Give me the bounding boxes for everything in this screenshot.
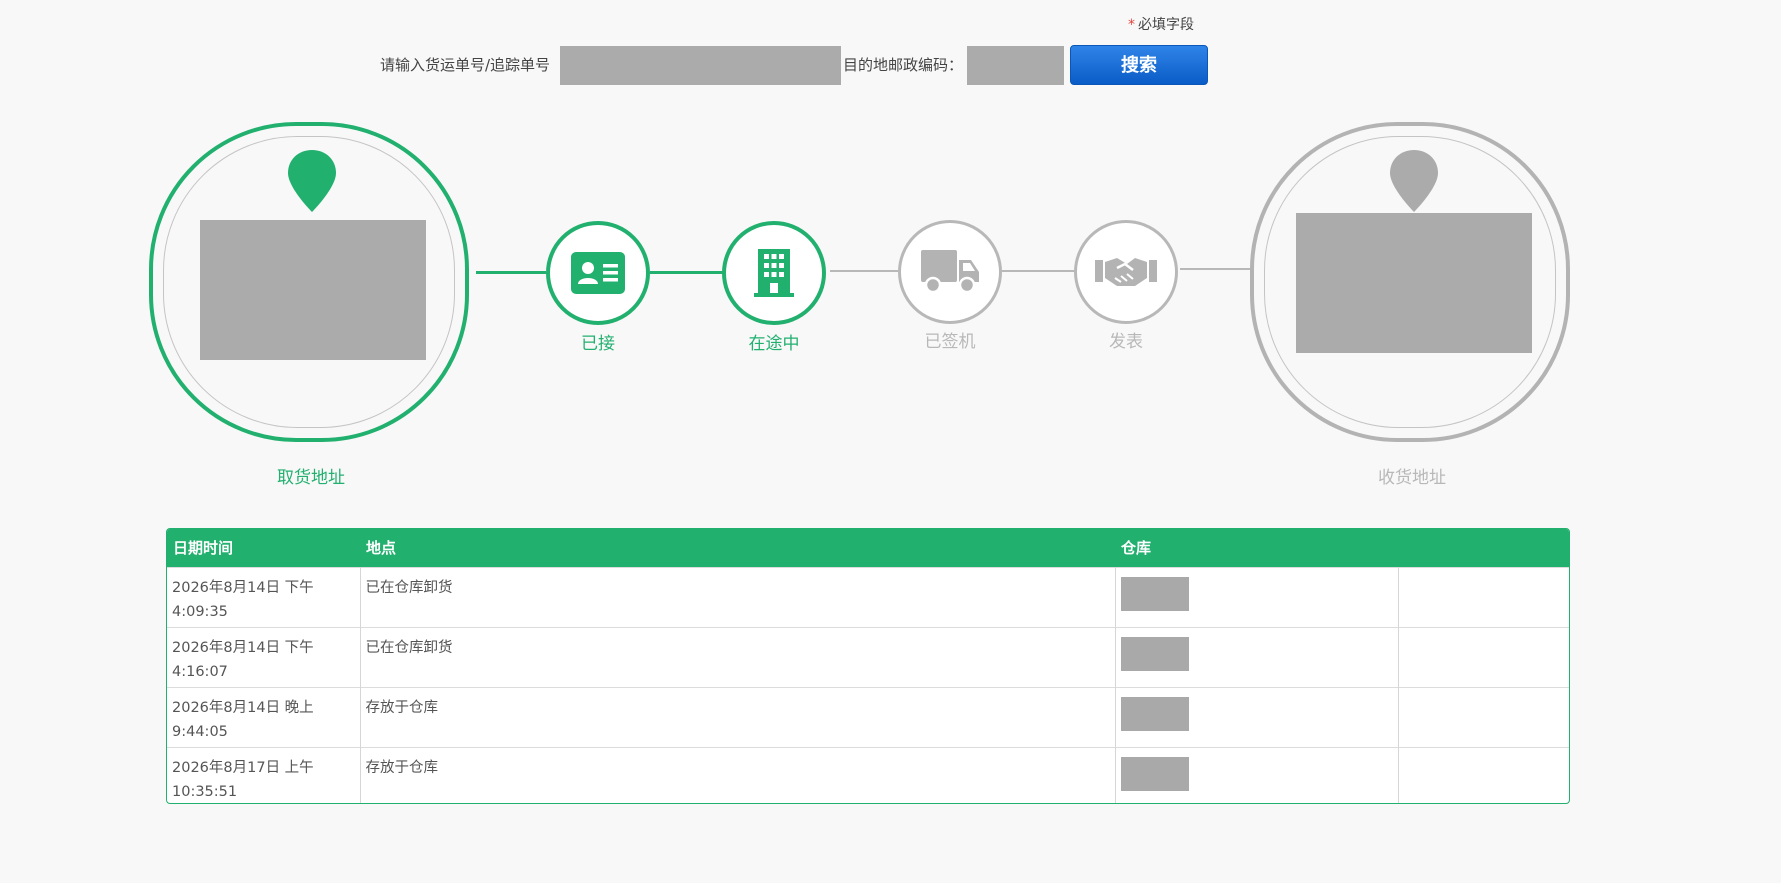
header-warehouse: 仓库: [1115, 529, 1398, 567]
progress-line-4: [1002, 270, 1076, 272]
table-header-row: 日期时间 地点 仓库: [167, 529, 1569, 567]
step-signed-label: 已签机: [924, 332, 976, 352]
postal-code-label: 目的地邮政编码：: [843, 56, 964, 74]
truck-icon: [921, 250, 979, 294]
cell-blank: [1398, 626, 1569, 687]
tracking-number-input[interactable]: [560, 46, 841, 85]
step-published-label: 发表: [1109, 332, 1143, 352]
warehouse-redacted: [1120, 756, 1189, 791]
datetime-line1: 2026年8月14日 下午: [172, 639, 314, 656]
delivery-address-redacted: [1296, 213, 1532, 353]
progress-line-1: [476, 271, 546, 274]
step-in-transit-label: 在途中: [748, 334, 800, 354]
header-blank: [1398, 529, 1569, 567]
tracking-number-label: 请输入货运单号/追踪单号: [380, 56, 551, 74]
required-star: *: [1128, 17, 1135, 33]
handshake-icon: [1095, 258, 1157, 286]
table-row: 2026年8月14日 下午 4:09:35 已在仓库卸货: [167, 566, 1569, 627]
search-button[interactable]: 搜索: [1070, 45, 1208, 85]
datetime-line2: 9:44:05: [172, 723, 228, 740]
tracking-history-table: 日期时间 地点 仓库 2026年8月14日 下午 4:09:35 已在仓库卸货 2…: [166, 528, 1570, 804]
cell-location: 存放于仓库: [360, 746, 1116, 803]
header-datetime: 日期时间: [167, 529, 360, 567]
location-pin-icon: [288, 150, 336, 212]
datetime-line1: 2026年8月17日 上午: [172, 759, 314, 776]
cell-datetime: 2026年8月14日 下午 4:09:35: [167, 566, 361, 627]
step-received-label: 已接: [581, 334, 615, 354]
cell-datetime: 2026年8月14日 晚上 9:44:05: [167, 686, 361, 747]
table-row: 2026年8月17日 上午 10:35:51 存放于仓库: [167, 746, 1569, 803]
id-card-icon: [571, 252, 625, 294]
warehouse-redacted: [1120, 576, 1189, 611]
cell-location: 存放于仓库: [360, 686, 1116, 747]
cell-blank: [1398, 746, 1569, 803]
step-signed: [898, 220, 1002, 324]
cell-location: 已在仓库卸货: [360, 626, 1116, 687]
header-location: 地点: [360, 529, 1115, 567]
cell-location: 已在仓库卸货: [360, 566, 1116, 627]
datetime-line2: 4:16:07: [172, 663, 228, 680]
progress-line-3: [830, 270, 898, 272]
progress-line-5: [1180, 268, 1252, 270]
building-icon: [754, 249, 794, 297]
datetime-line1: 2026年8月14日 晚上: [172, 699, 314, 716]
step-published: [1074, 220, 1178, 324]
cell-warehouse: [1115, 746, 1399, 803]
cell-warehouse: [1115, 686, 1399, 747]
pickup-address-label: 取货地址: [277, 468, 345, 488]
required-note-text: 必填字段: [1138, 17, 1194, 33]
cell-blank: [1398, 566, 1569, 627]
datetime-line2: 4:09:35: [172, 603, 228, 620]
datetime-line2: 10:35:51: [172, 783, 238, 800]
postal-code-input[interactable]: [967, 46, 1064, 85]
cell-datetime: 2026年8月17日 上午 10:35:51: [167, 746, 361, 803]
cell-datetime: 2026年8月14日 下午 4:16:07: [167, 626, 361, 687]
progress-line-2: [650, 271, 726, 274]
cell-blank: [1398, 686, 1569, 747]
warehouse-redacted: [1120, 696, 1189, 731]
step-in-transit: [722, 221, 826, 325]
warehouse-redacted: [1120, 636, 1189, 671]
step-received: [546, 221, 650, 325]
delivery-address-label: 收货地址: [1378, 468, 1446, 488]
location-pin-icon: [1390, 150, 1438, 212]
required-field-note: * 必填字段: [1128, 14, 1194, 34]
table-row: 2026年8月14日 晚上 9:44:05 存放于仓库: [167, 686, 1569, 747]
cell-warehouse: [1115, 626, 1399, 687]
cell-warehouse: [1115, 566, 1399, 627]
datetime-line1: 2026年8月14日 下午: [172, 579, 314, 596]
pickup-address-redacted: [200, 220, 426, 360]
table-row: 2026年8月14日 下午 4:16:07 已在仓库卸货: [167, 626, 1569, 687]
